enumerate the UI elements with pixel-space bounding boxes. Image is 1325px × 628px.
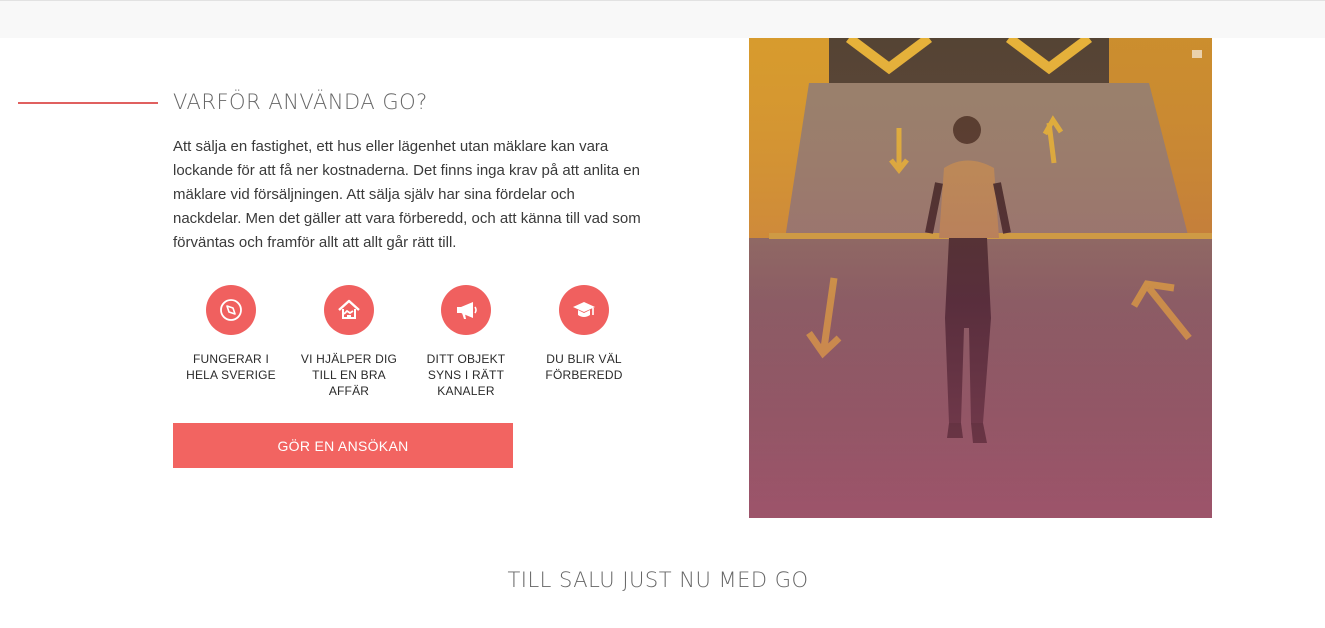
top-bar — [0, 0, 1325, 38]
feature-badge — [206, 285, 256, 335]
section-heading: VARFÖR ANVÄNDA GO? — [173, 90, 428, 114]
feature-label: DITT OBJEKT SYNS I RÄTT KANALER — [426, 352, 506, 398]
street-photo-illustration — [749, 38, 1212, 518]
feature-label: DU BLIR VÄL FÖRBEREDD — [545, 352, 623, 382]
feature-item: FUNGERAR I HELA SVERIGE — [176, 285, 286, 383]
feature-item: VI HJÄLPER DIG TILL EN BRA AFFÄR — [294, 285, 404, 399]
compass-icon — [220, 299, 242, 321]
feature-badge — [559, 285, 609, 335]
section-body-text: Att sälja en fastighet, ett hus eller lä… — [173, 138, 641, 251]
megaphone-icon — [457, 302, 477, 319]
hero-photo — [749, 38, 1212, 518]
feature-badge — [441, 285, 491, 335]
listing-heading: TILL SALU JUST NU MED GO — [507, 568, 809, 592]
feature-label: VI HJÄLPER DIG TILL EN BRA AFFÄR — [300, 352, 398, 398]
feature-badge — [324, 285, 374, 335]
feature-item: DU BLIR VÄL FÖRBEREDD — [529, 285, 639, 383]
apply-button[interactable]: GÖR EN ANSÖKAN — [173, 423, 513, 468]
graduation-cap-icon — [573, 302, 595, 317]
house-handshake-icon — [338, 299, 360, 319]
feature-list: FUNGERAR I HELA SVERIGE VI HJÄLPER DIG T… — [176, 285, 656, 405]
heading-accent-line — [18, 102, 158, 104]
feature-item: DITT OBJEKT SYNS I RÄTT KANALER — [411, 285, 521, 399]
feature-label: FUNGERAR I HELA SVERIGE — [186, 352, 276, 382]
